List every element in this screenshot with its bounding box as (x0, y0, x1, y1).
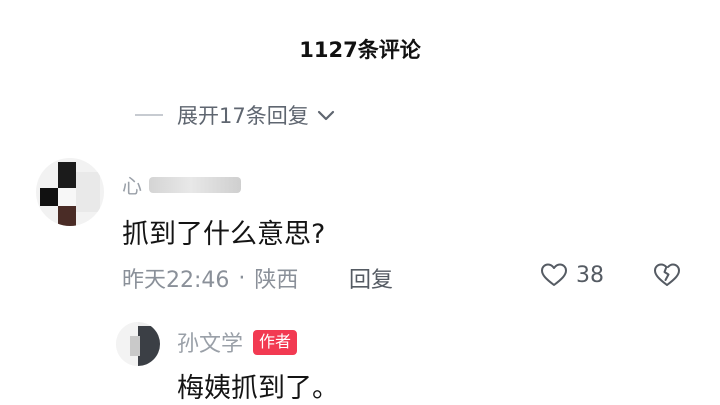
commenter-username[interactable]: 心 (122, 170, 241, 199)
heart-outline-icon (540, 262, 568, 288)
chevron-down-icon (315, 104, 337, 126)
comment-time: 昨天22:46 (122, 268, 230, 293)
username-blurred (149, 176, 241, 193)
reply-button[interactable]: 回复 (349, 262, 393, 294)
broken-heart-icon (652, 262, 682, 288)
author-username[interactable]: 孙文学 (177, 326, 243, 358)
comments-count-title: 1127条评论 (299, 38, 421, 62)
comment-text: 抓到了什么意思? (122, 219, 326, 250)
like-button[interactable]: 38 (540, 262, 604, 288)
divider-line (135, 114, 163, 116)
commenter-avatar[interactable] (36, 158, 104, 226)
comment-location: 陕西 (254, 268, 299, 293)
reply-user: 孙文学 作者 (177, 326, 298, 358)
meta-separator: · (238, 265, 246, 291)
username-visible-part: 心 (122, 174, 143, 198)
dislike-button[interactable] (652, 262, 682, 288)
expand-replies-label: 展开17条回复 (177, 104, 309, 128)
author-avatar[interactable] (116, 322, 160, 366)
expand-replies-button[interactable]: 展开17条回复 (135, 100, 337, 130)
comment-meta: 昨天22:46 · 陕西 (122, 262, 298, 294)
reply-text: 梅姨抓到了。 (177, 373, 339, 404)
like-count: 38 (576, 262, 604, 288)
author-badge: 作者 (253, 329, 298, 355)
